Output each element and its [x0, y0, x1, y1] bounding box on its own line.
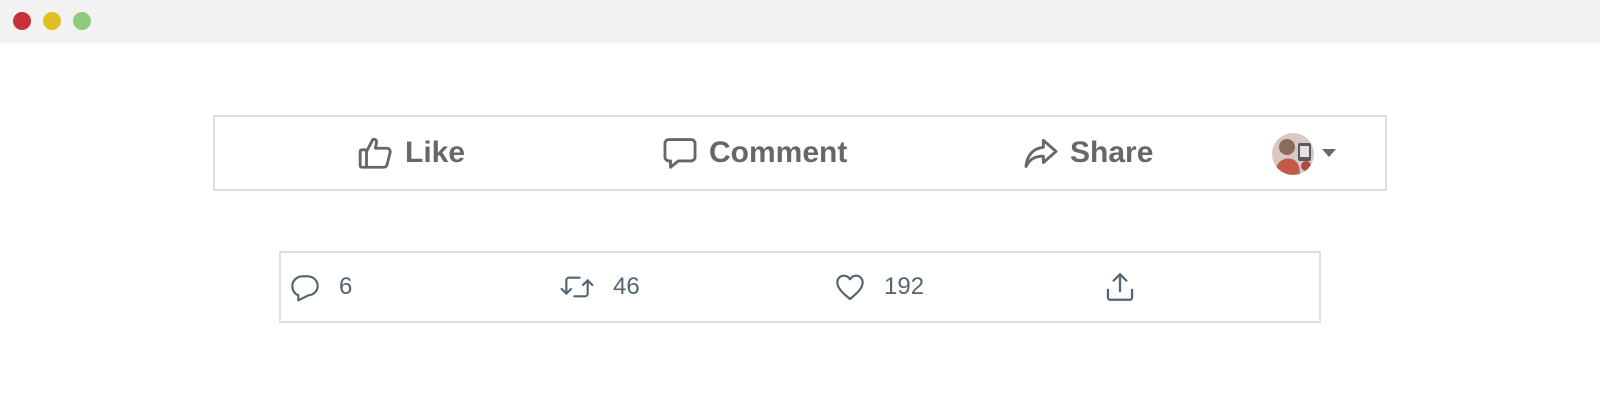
twitter-action-bar: 6 46 192	[279, 251, 1321, 323]
facebook-action-bar: Like Comment Share	[213, 115, 1387, 191]
comment-bubble-icon	[661, 134, 699, 172]
share-label: Share	[1070, 136, 1154, 169]
reply-icon	[289, 271, 321, 303]
window-titlebar	[0, 0, 1600, 43]
reply-button[interactable]: 6	[289, 253, 352, 321]
heart-icon	[834, 271, 866, 303]
like-label: Like	[405, 136, 466, 169]
reply-count: 6	[339, 273, 353, 300]
like-button[interactable]: Like	[357, 117, 465, 189]
retweet-count: 46	[613, 273, 640, 300]
comment-button[interactable]: Comment	[661, 117, 847, 189]
avatar	[1272, 133, 1314, 175]
retweet-button[interactable]: 46	[559, 253, 640, 321]
like-tweet-button[interactable]: 192	[834, 253, 924, 321]
share-tweet-button[interactable]	[1103, 253, 1137, 321]
share-upload-icon	[1103, 270, 1137, 304]
share-button[interactable]: Share	[1022, 117, 1153, 189]
comment-label: Comment	[709, 136, 848, 169]
profile-selector[interactable]	[1272, 133, 1336, 175]
caret-down-icon	[1322, 145, 1336, 163]
zoom-window-button[interactable]	[73, 12, 91, 30]
retweet-icon	[559, 271, 595, 303]
close-window-button[interactable]	[13, 12, 31, 30]
share-arrow-icon	[1022, 134, 1060, 172]
like-count: 192	[884, 273, 925, 300]
thumbs-up-icon	[357, 134, 395, 172]
minimize-window-button[interactable]	[43, 12, 61, 30]
